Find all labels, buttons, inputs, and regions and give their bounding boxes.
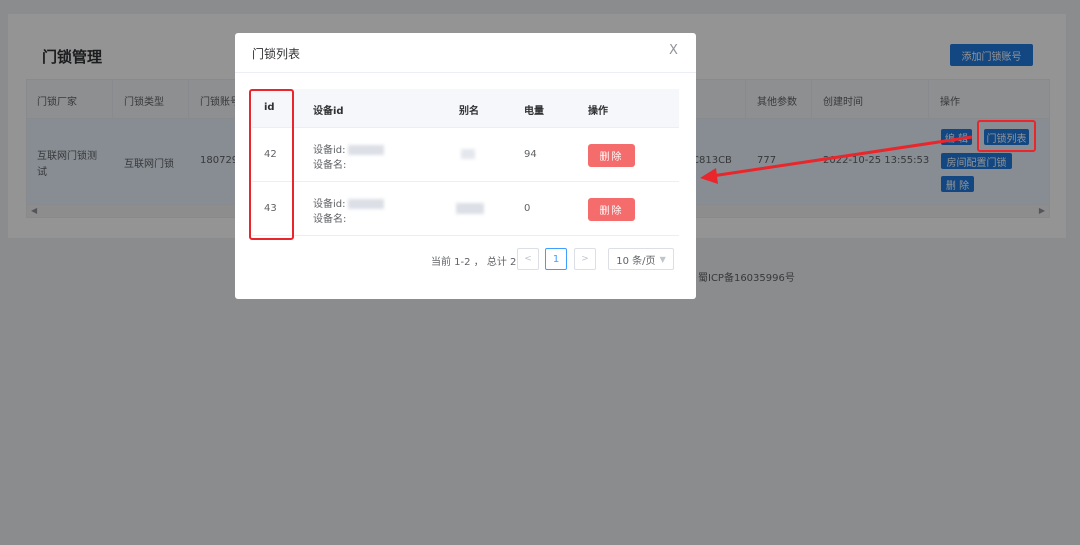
alias xyxy=(461,149,475,162)
table-row: 43 设备id: 设备名: 0 删除 xyxy=(252,182,679,236)
divider xyxy=(235,72,696,73)
page-size-select[interactable]: 10 条/页 ▼ xyxy=(608,248,674,270)
redacted-value xyxy=(461,149,475,159)
battery: 94 xyxy=(524,149,537,160)
prev-page-button[interactable]: < xyxy=(517,248,539,270)
device-name-label: 设备名: xyxy=(313,160,347,171)
col-action: 操作 xyxy=(588,106,608,117)
delete-button[interactable]: 删除 xyxy=(588,144,635,167)
col-battery: 电量 xyxy=(524,106,544,117)
page-size-value: 10 条/页 xyxy=(616,255,656,267)
device-id: 设备id: xyxy=(313,141,384,156)
pagination-total: 当前 1-2 ， 总计 2 xyxy=(431,257,517,268)
redacted-value xyxy=(456,203,484,214)
redacted-value xyxy=(347,199,384,209)
page-number-current[interactable]: 1 xyxy=(545,248,567,270)
table-row: 42 设备id: 设备名: 94 删除 xyxy=(252,128,679,182)
delete-button[interactable]: 删除 xyxy=(588,198,635,221)
redacted-value xyxy=(347,145,384,155)
col-device-id: 设备id xyxy=(313,106,344,117)
device-id-label: 设备id: xyxy=(313,199,346,210)
annotation-id-column-box xyxy=(249,89,294,240)
annotation-lock-list-box xyxy=(977,120,1036,152)
next-page-button[interactable]: > xyxy=(574,248,596,270)
table-header: id 设备id 别名 电量 操作 xyxy=(252,89,679,128)
alias xyxy=(456,203,484,217)
device-id: 设备id: xyxy=(313,195,384,210)
device-id-label: 设备id: xyxy=(313,145,346,156)
device-name-label: 设备名: xyxy=(313,214,347,225)
col-alias: 别名 xyxy=(459,106,479,117)
lock-list-dialog: 门锁列表 X id 设备id 别名 电量 操作 42 设备id: 设备名: 94… xyxy=(235,33,696,299)
close-icon[interactable]: X xyxy=(669,43,678,58)
dialog-title: 门锁列表 xyxy=(252,47,301,61)
battery: 0 xyxy=(524,203,531,214)
chevron-down-icon: ▼ xyxy=(659,254,666,264)
